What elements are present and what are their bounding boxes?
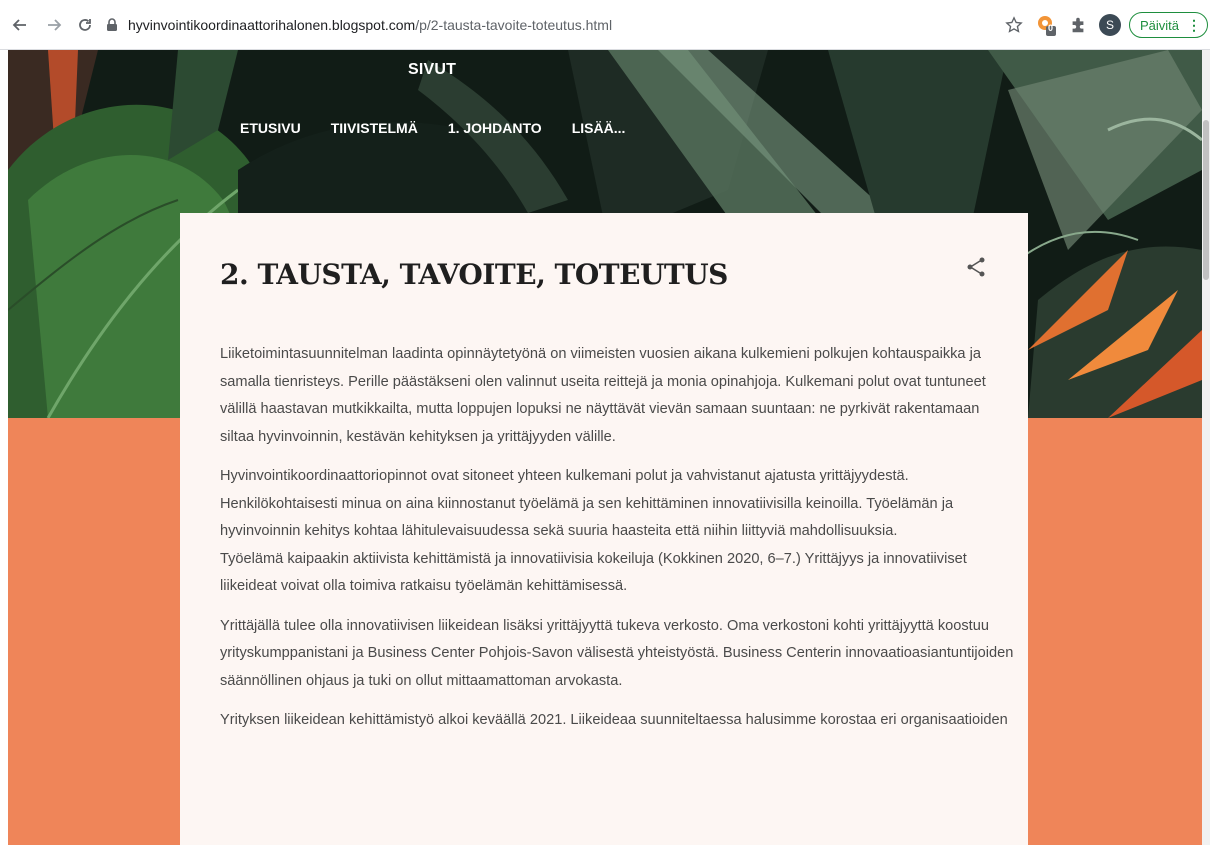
update-button[interactable]: Päivitä ⋮ [1128, 12, 1208, 38]
page-viewport: SIVUT ETUSIVU TIIVISTELMÄ 1. JOHDANTO LI… [8, 50, 1202, 845]
browser-toolbar: hyvinvointikoordinaattorihalonen.blogspo… [0, 0, 1210, 50]
text-line: liikeideat voivat olla toimiva ratkaisu … [220, 578, 628, 594]
paragraph-1: Liiketoimintasuunnitelman laadinta opinn… [220, 341, 990, 451]
blog-navigation: ETUSIVU TIIVISTELMÄ 1. JOHDANTO LISÄÄ... [240, 120, 655, 136]
pages-label: SIVUT [408, 61, 457, 78]
text-line: Liiketoimintasuunnitelman laadinta opinn… [220, 346, 981, 362]
paragraph-2: Hyvinvointikoordinaattoriopinnot ovat si… [220, 463, 990, 601]
lock-icon [107, 18, 117, 31]
text-line: Työelämä kaipaakin aktiivista kehittämis… [220, 550, 967, 567]
text-line: välillä haastavan mutkikkailta, mutta lo… [220, 401, 980, 417]
nav-link-etusivu[interactable]: ETUSIVU [240, 120, 301, 136]
nav-link-lisaa[interactable]: LISÄÄ... [572, 120, 626, 136]
text-line: Hyvinvointikoordinaattoriopinnot ovat si… [220, 468, 909, 484]
menu-dots-icon: ⋮ [1187, 16, 1201, 33]
back-icon[interactable] [8, 13, 32, 37]
forward-icon[interactable] [42, 13, 66, 37]
post-body: Liiketoimintasuunnitelman laadinta opinn… [220, 341, 1014, 747]
text-line: Yrityksen liikeidean kehittämistyö alkoi… [220, 712, 1008, 728]
text-line: yrityskumppanistani ja Business Center P… [220, 645, 1014, 661]
url-path: /p/2-tausta-tavoite-toteutus.html [415, 17, 613, 33]
text-line: siltaa hyvinvoinnin, kestävän kehityksen… [220, 428, 616, 445]
address-bar[interactable]: hyvinvointikoordinaattorihalonen.blogspo… [104, 10, 994, 40]
paragraph-3: Yrittäjällä tulee olla innovatiivisen li… [220, 613, 1014, 696]
text-line: Yrittäjällä tulee olla innovatiivisen li… [220, 617, 989, 634]
page-scrollbar[interactable] [1202, 50, 1210, 845]
avatar-letter: S [1098, 14, 1121, 36]
post-card: 2. TAUSTA, TAVOITE, TOTEUTUS Liiketoimin… [180, 213, 1028, 845]
paragraph-4: Yrityksen liikeidean kehittämistyö alkoi… [220, 707, 1008, 735]
text-line: säännöllinen ohjaus ja tuki on ollut mit… [220, 672, 623, 689]
reload-icon[interactable] [73, 13, 97, 37]
nav-link-johdanto[interactable]: 1. JOHDANTO [448, 120, 542, 136]
star-icon[interactable] [1001, 12, 1027, 38]
text-line: samalla tienristeys. Perille päästäkseni… [220, 373, 986, 390]
post-title: 2. TAUSTA, TAVOITE, TOTEUTUS [220, 258, 728, 291]
extension-badge: 0 [1047, 23, 1053, 33]
nav-link-tiivistelma[interactable]: TIIVISTELMÄ [331, 120, 418, 136]
share-icon[interactable] [964, 255, 988, 279]
puzzle-icon[interactable] [1065, 12, 1091, 38]
url-host: hyvinvointikoordinaattorihalonen.blogspo… [128, 17, 416, 33]
profile-avatar[interactable]: S [1097, 12, 1123, 38]
scrollbar-thumb[interactable] [1203, 120, 1209, 280]
update-label: Päivitä [1139, 17, 1179, 33]
extension-icon[interactable]: 0 [1033, 12, 1059, 38]
text-line: Henkilökohtaisesti minua on aina kiinnos… [220, 495, 954, 512]
text-line: hyvinvoinnin kehitys kohtaa lähitulevais… [220, 523, 898, 539]
